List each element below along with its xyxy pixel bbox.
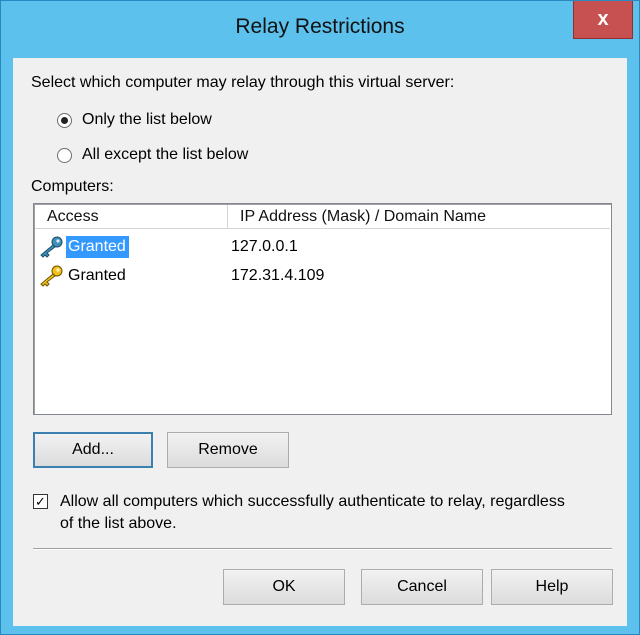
computers-list[interactable]: Access IP Address (Mask) / Domain Name G… — [33, 203, 612, 415]
title-bar[interactable]: Relay Restrictions x — [1, 1, 639, 57]
separator — [33, 548, 612, 550]
authenticate-checkbox[interactable]: ✓ — [33, 494, 48, 509]
close-icon: x — [597, 8, 609, 30]
radio-label-all-except: All except the list below — [82, 146, 249, 163]
key-icon — [40, 265, 63, 287]
close-button[interactable]: x — [573, 1, 633, 39]
key-icon — [40, 236, 63, 258]
computers-label: Computers: — [31, 178, 114, 195]
dialog-body: Select which computer may relay through … — [13, 58, 627, 626]
access-value: Granted — [68, 267, 126, 284]
list-header: Access IP Address (Mask) / Domain Name — [35, 205, 610, 229]
column-header-address[interactable]: IP Address (Mask) / Domain Name — [228, 205, 486, 228]
add-button[interactable]: Add... — [33, 432, 153, 468]
radio-label-only-list: Only the list below — [82, 111, 212, 128]
cancel-button[interactable]: Cancel — [361, 569, 483, 605]
dialog-window: Relay Restrictions x Select which comput… — [0, 0, 640, 635]
help-button[interactable]: Help — [491, 569, 613, 605]
ok-button[interactable]: OK — [223, 569, 345, 605]
list-item[interactable]: Granted 127.0.0.1 — [36, 234, 606, 260]
radio-button-all-except[interactable] — [57, 147, 72, 163]
authenticate-option[interactable]: ✓ Allow all computers which successfully… — [33, 491, 613, 535]
authenticate-label: Allow all computers which successfully a… — [60, 493, 565, 532]
dialog-title: Relay Restrictions — [235, 15, 405, 38]
address-value: 172.31.4.109 — [231, 267, 325, 284]
remove-button[interactable]: Remove — [167, 432, 289, 468]
list-item[interactable]: Granted 172.31.4.109 — [36, 263, 606, 289]
relay-prompt: Select which computer may relay through … — [31, 74, 455, 91]
radio-only-list[interactable]: Only the list below — [57, 111, 212, 129]
address-value: 127.0.0.1 — [231, 238, 298, 255]
column-header-access[interactable]: Access — [35, 205, 228, 228]
radio-button-only-list[interactable] — [57, 112, 72, 128]
access-value: Granted — [66, 236, 129, 258]
radio-all-except[interactable]: All except the list below — [57, 146, 248, 164]
